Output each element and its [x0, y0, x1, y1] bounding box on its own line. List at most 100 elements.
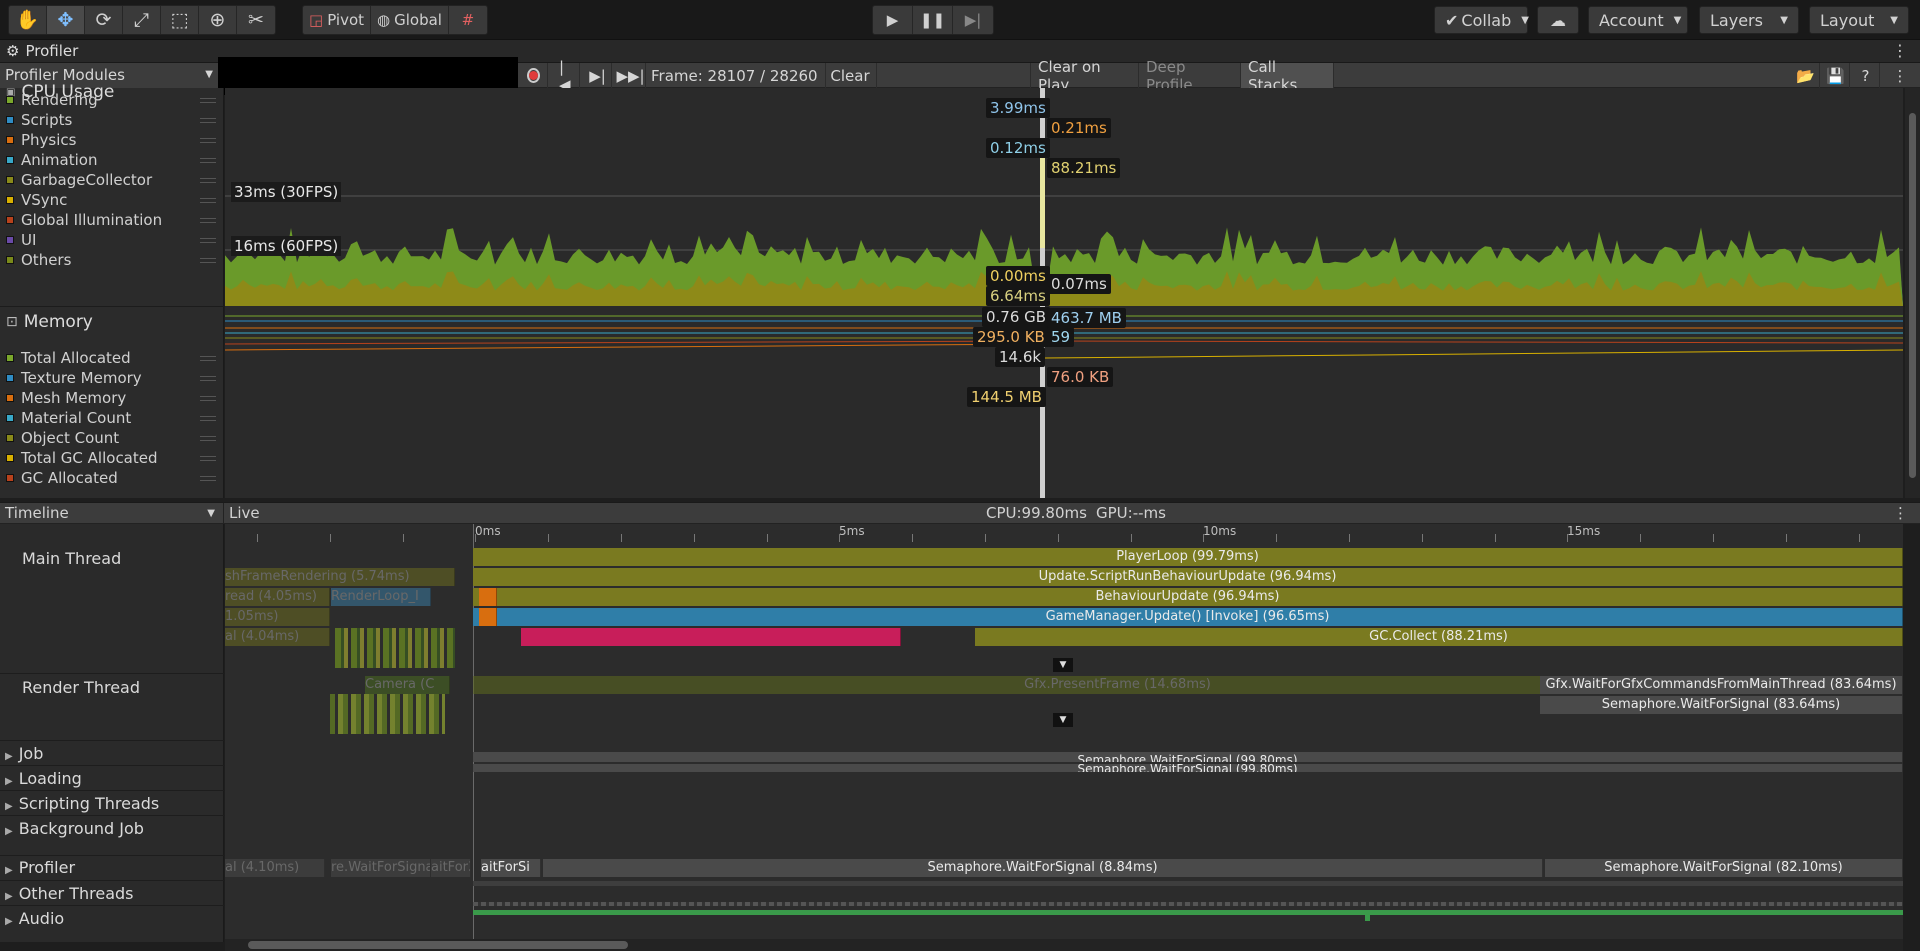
help-icon[interactable]: ?: [1852, 63, 1880, 88]
memory-legend-item[interactable]: GC Allocated: [6, 468, 220, 488]
drag-handle-icon[interactable]: [200, 476, 216, 481]
drag-handle-icon[interactable]: [200, 98, 216, 103]
load-icon[interactable]: 📂: [1792, 63, 1820, 88]
cpu-legend-item[interactable]: Scripts: [6, 110, 220, 130]
marker-script-run-behaviour-update[interactable]: Update.ScriptRunBehaviourUpdate (96.94ms…: [473, 568, 1903, 586]
main-thread-label[interactable]: Main Thread: [22, 549, 121, 568]
drag-handle-icon[interactable]: [200, 118, 216, 123]
drag-handle-icon[interactable]: [200, 218, 216, 223]
memory-legend-item[interactable]: Mesh Memory: [6, 388, 220, 408]
group-scripting-threads[interactable]: ▶ Scripting Threads: [5, 794, 159, 813]
next-frame-icon[interactable]: ▶|: [584, 63, 612, 88]
drag-handle-icon[interactable]: [200, 356, 216, 361]
scale-tool-icon[interactable]: ⤢: [123, 6, 161, 34]
live-toggle[interactable]: Live: [229, 503, 260, 524]
marker-prev-frame[interactable]: 1.05ms): [225, 608, 330, 626]
layout-dropdown[interactable]: Layout ▼: [1809, 6, 1909, 34]
marker-camera[interactable]: Camera (C: [365, 676, 450, 694]
scrollbar-thumb[interactable]: [248, 941, 628, 949]
marker-profiler-prev[interactable]: al (4.10ms): [225, 859, 325, 877]
drag-handle-icon[interactable]: [200, 138, 216, 143]
marker-game-manager-update[interactable]: GameManager.Update() [Invoke] (96.65ms): [473, 608, 1903, 626]
view-mode-dropdown[interactable]: Timeline ▼: [0, 503, 224, 525]
cpu-legend-item[interactable]: VSync: [6, 190, 220, 210]
marker-profiler-semaphore[interactable]: Semaphore.WaitForSignal (82.10ms): [1545, 859, 1903, 877]
collab-dropdown[interactable]: ✔ Collab ▼: [1434, 6, 1529, 34]
group-job[interactable]: ▶ Job: [5, 744, 43, 763]
step-icon[interactable]: ▶|: [953, 6, 993, 34]
group-audio[interactable]: ▶ Audio: [5, 909, 64, 928]
marker-physics-sliver[interactable]: [479, 588, 497, 606]
clear-button[interactable]: Clear: [824, 63, 877, 88]
group-other-threads[interactable]: ▶ Other Threads: [5, 884, 134, 903]
account-dropdown[interactable]: Account ▼: [1588, 6, 1688, 34]
grid-snap-button[interactable]: #: [449, 6, 487, 34]
timeline-horizontal-scrollbar[interactable]: [225, 939, 1903, 951]
global-button[interactable]: ◍ Global: [371, 6, 449, 34]
marker-prev-frame[interactable]: RenderLoop_I: [331, 588, 431, 606]
drag-handle-icon[interactable]: [200, 396, 216, 401]
expand-arrow-icon[interactable]: ▼: [1053, 713, 1073, 727]
marker-profiler-semaphore[interactable]: Semaphore.WaitForSignal (8.84ms): [543, 859, 1543, 877]
timeline-area[interactable]: 0ms 5ms 10ms 15ms PlayerLoop (99.79ms) s…: [225, 524, 1903, 942]
memory-legend-item[interactable]: Material Count: [6, 408, 220, 428]
drag-handle-icon[interactable]: [200, 238, 216, 243]
marker-profiler-sem-small[interactable]: aitForSi: [481, 859, 541, 877]
marker-loading-semaphore[interactable]: Semaphore.WaitForSignal (99.80ms): [473, 752, 1903, 762]
marker-wait-gfx-commands[interactable]: Gfx.WaitForGfxCommandsFromMainThread (83…: [1540, 676, 1903, 694]
rect-tool-icon[interactable]: ⬚: [161, 6, 199, 34]
drag-handle-icon[interactable]: [200, 158, 216, 163]
drag-handle-icon[interactable]: [200, 456, 216, 461]
marker-prev-frame[interactable]: read (4.05ms): [225, 588, 330, 606]
drag-handle-icon[interactable]: [200, 178, 216, 183]
drag-handle-icon[interactable]: [200, 416, 216, 421]
first-frame-icon[interactable]: |◀: [552, 58, 580, 94]
last-frame-icon[interactable]: ▶▶|: [616, 63, 646, 88]
marker-profiler-prev[interactable]: re.WaitForSigna: [331, 859, 431, 877]
marker-gc-collect[interactable]: GC.Collect (88.21ms): [975, 628, 1903, 646]
marker-prev-frame[interactable]: al (4.04ms): [225, 628, 330, 646]
marker-render-semaphore[interactable]: Semaphore.WaitForSignal (83.64ms): [1540, 696, 1903, 714]
marker-physics-sliver[interactable]: [479, 608, 497, 626]
move-tool-icon[interactable]: ✥: [47, 6, 85, 34]
record-button[interactable]: [520, 63, 548, 88]
cpu-legend-item[interactable]: UI: [6, 230, 220, 250]
marker-behaviour-update[interactable]: BehaviourUpdate (96.94ms): [473, 588, 1903, 606]
transform-tool-icon[interactable]: ⊕: [199, 6, 237, 34]
marker-profiler-prev[interactable]: aitFor3: [431, 859, 471, 877]
memory-legend-item[interactable]: Total GC Allocated: [6, 448, 220, 468]
expand-arrow-icon[interactable]: ▼: [1053, 658, 1073, 672]
more-menu-icon[interactable]: ⋮: [1886, 63, 1914, 88]
cpu-legend-item[interactable]: Physics: [6, 130, 220, 150]
clear-on-play-button[interactable]: Clear on Play: [1030, 58, 1139, 94]
call-stacks-button[interactable]: Call Stacks: [1241, 58, 1334, 94]
play-icon[interactable]: ▶: [873, 6, 913, 34]
memory-legend-item[interactable]: Texture Memory: [6, 368, 220, 388]
cpu-legend-item[interactable]: Animation: [6, 150, 220, 170]
group-profiler[interactable]: ▶ Profiler: [5, 858, 75, 877]
memory-module-title[interactable]: ⊡ Memory: [6, 312, 93, 332]
marker-loading-semaphore[interactable]: Semaphore.WaitForSignal (99.80ms): [473, 764, 1903, 772]
group-background-job[interactable]: ▶ Background Job: [5, 819, 144, 838]
hand-tool-icon[interactable]: ✋: [9, 6, 47, 34]
save-icon[interactable]: 💾: [1822, 63, 1850, 88]
drag-handle-icon[interactable]: [200, 198, 216, 203]
profiler-charts[interactable]: 33ms (30FPS) 16ms (60FPS) 3.99ms 0.21ms …: [225, 88, 1903, 498]
drag-handle-icon[interactable]: [200, 436, 216, 441]
cpu-legend-item[interactable]: Others: [6, 250, 220, 270]
cpu-legend-item[interactable]: Rendering: [6, 90, 220, 110]
cpu-legend-item[interactable]: GarbageCollector: [6, 170, 220, 190]
memory-legend-item[interactable]: Object Count: [6, 428, 220, 448]
deep-profile-button[interactable]: Deep Profile: [1139, 58, 1241, 94]
tab-menu-icon[interactable]: ⋮: [1892, 41, 1908, 60]
drag-handle-icon[interactable]: [200, 376, 216, 381]
marker-magenta-sample[interactable]: [521, 628, 901, 646]
custom-tool-icon[interactable]: ✂: [237, 6, 275, 34]
marker-player-loop[interactable]: PlayerLoop (99.79ms): [473, 548, 1903, 566]
profiler-tab[interactable]: ⚙ Profiler: [6, 42, 78, 60]
rotate-tool-icon[interactable]: ⟳: [85, 6, 123, 34]
cloud-button[interactable]: ☁: [1537, 6, 1579, 34]
group-loading[interactable]: ▶ Loading: [5, 769, 82, 788]
cpu-legend-item[interactable]: Global Illumination: [6, 210, 220, 230]
layers-dropdown[interactable]: Layers ▼: [1699, 6, 1799, 34]
